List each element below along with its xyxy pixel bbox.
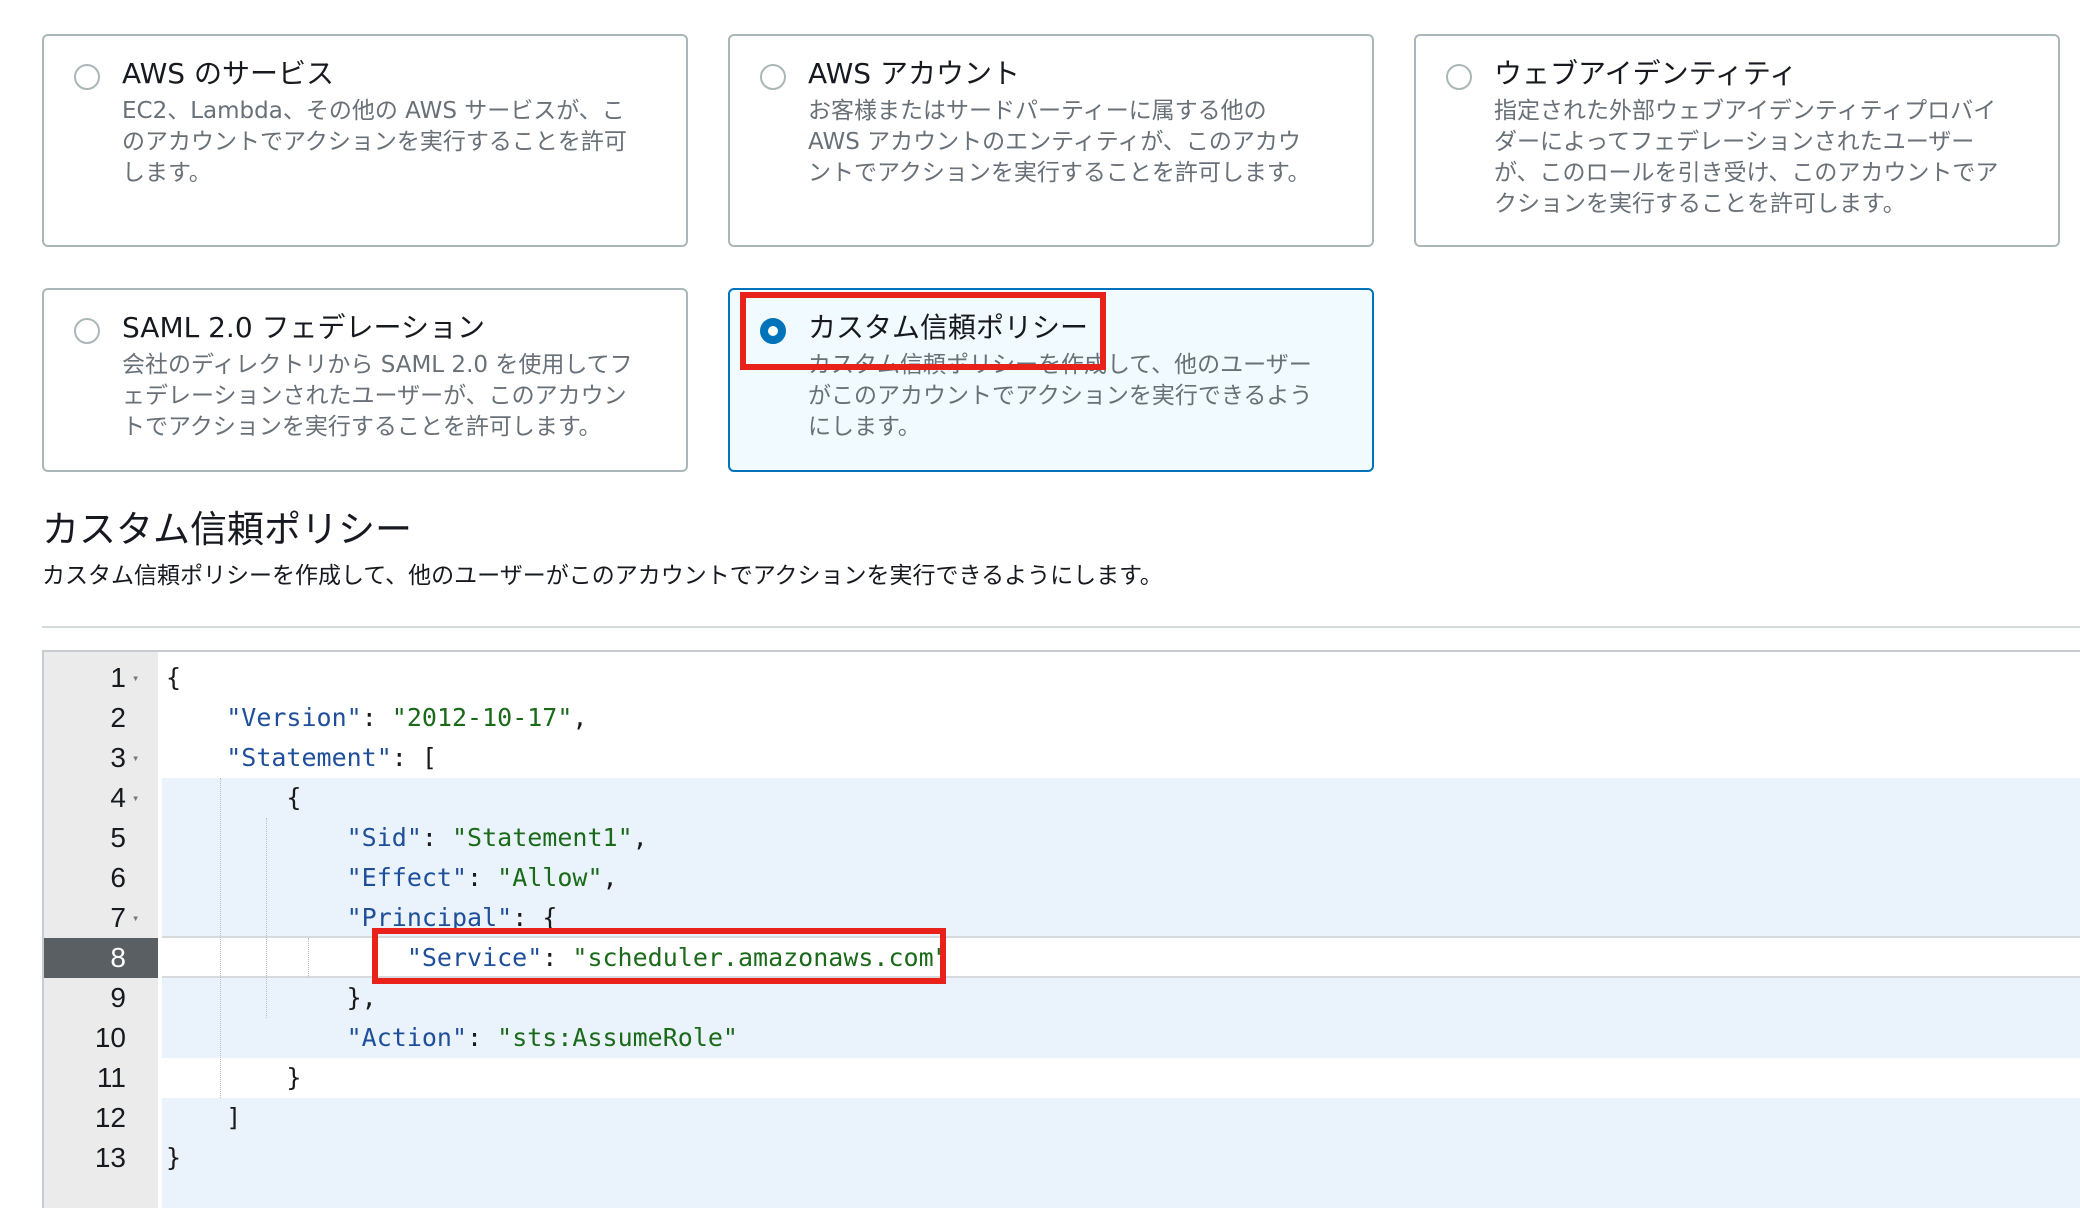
line-number: 3	[110, 742, 126, 773]
option-title: SAML 2.0 フェデレーション	[122, 311, 485, 344]
section-title: カスタム信頼ポリシー	[42, 508, 412, 551]
option-description: お客様またはサードパーティーに属する他の AWS アカウントのエンティティが、この…	[808, 98, 1311, 186]
radio-aws-account[interactable]	[760, 64, 786, 90]
fold-arrow-icon[interactable]: ▾	[132, 658, 146, 698]
fold-arrow-icon[interactable]: ▾	[132, 778, 146, 818]
fold-arrow-icon[interactable]: ▾	[132, 898, 146, 938]
divider	[42, 626, 2080, 628]
code-line[interactable]: "Action": "sts:AssumeRole"	[166, 1018, 738, 1058]
radio-custom-trust-policy[interactable]	[760, 318, 786, 344]
line-number: 11	[96, 1062, 126, 1093]
option-description: カスタム信頼ポリシーを作成して、他のユーザー がこのアカウントでアクションを実行で…	[808, 352, 1313, 440]
line-number: 13	[94, 1142, 126, 1173]
option-saml[interactable]: SAML 2.0 フェデレーション 会社のディレクトリから SAML 2.0 を…	[42, 288, 688, 472]
option-title: AWS アカウント	[808, 57, 1020, 90]
line-number: 9	[110, 982, 126, 1013]
line-number: 2	[110, 702, 126, 733]
option-custom-trust-policy[interactable]: カスタム信頼ポリシー カスタム信頼ポリシーを作成して、他のユーザー がこのアカウン…	[728, 288, 1374, 472]
code-line[interactable]: {	[166, 778, 301, 818]
code-line[interactable]: "Effect": "Allow",	[166, 858, 618, 898]
fold-range-highlight	[162, 1058, 2080, 1098]
line-number: 7	[110, 902, 126, 933]
code-line[interactable]: }	[166, 1138, 181, 1178]
code-line[interactable]: }	[166, 1058, 301, 1098]
code-line[interactable]: {	[166, 658, 181, 698]
option-description: 指定された外部ウェブアイデンティティプロバイ ダーによってフェデレーションされたユ…	[1494, 98, 1999, 217]
line-number-active: 8	[110, 942, 126, 973]
option-description: EC2、Lambda、その他の AWS サービスが、こ のアカウントでアクションを…	[122, 98, 627, 186]
code-line[interactable]: ]	[166, 1098, 241, 1138]
fold-arrow-icon[interactable]: ▾	[132, 738, 146, 778]
option-title: カスタム信頼ポリシー	[808, 311, 1089, 344]
code-line[interactable]: "Statement": [	[166, 738, 437, 778]
option-description: 会社のディレクトリから SAML 2.0 を使用してフ ェデレーションされたユーザ…	[122, 352, 633, 440]
radio-saml[interactable]	[74, 318, 100, 344]
line-number: 5	[110, 822, 126, 853]
code-line[interactable]: "Service": "scheduler.amazonaws.com"	[166, 938, 949, 978]
code-line[interactable]: "Version": "2012-10-17",	[166, 698, 587, 738]
option-title: AWS のサービス	[122, 57, 334, 90]
fold-range-highlight	[162, 1098, 2080, 1208]
code-line[interactable]: "Sid": "Statement1",	[166, 818, 648, 858]
code-line[interactable]: "Principal": {	[166, 898, 558, 938]
code-line[interactable]: },	[166, 978, 377, 1018]
line-number: 10	[94, 1022, 126, 1053]
radio-web-identity[interactable]	[1446, 64, 1472, 90]
line-number: 4	[110, 782, 126, 813]
option-aws-service[interactable]: AWS のサービス EC2、Lambda、その他の AWS サービスが、こ のアカ…	[42, 34, 688, 247]
line-number: 1	[110, 662, 126, 693]
line-number: 12	[94, 1102, 126, 1133]
option-title: ウェブアイデンティティ	[1494, 57, 1798, 90]
option-web-identity[interactable]: ウェブアイデンティティ 指定された外部ウェブアイデンティティプロバイ ダーによって…	[1414, 34, 2060, 247]
line-number: 6	[110, 862, 126, 893]
radio-aws-service[interactable]	[74, 64, 100, 90]
option-aws-account[interactable]: AWS アカウント お客様またはサードパーティーに属する他の AWS アカウントの…	[728, 34, 1374, 247]
section-description: カスタム信頼ポリシーを作成して、他のユーザーがこのアカウントでアクションを実行で…	[42, 563, 1163, 589]
policy-editor[interactable]: 1 2 3 4 5 6 7 8 9 10 11 12 13 ▾ ▾ ▾ ▾ { …	[42, 650, 2080, 1208]
